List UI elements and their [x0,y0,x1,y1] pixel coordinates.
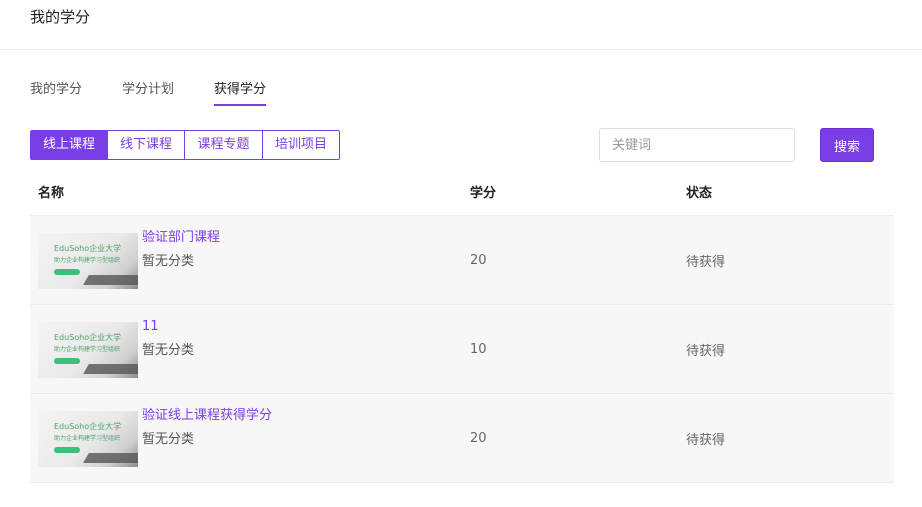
segment-offline-course[interactable]: 线下课程 [107,130,185,160]
course-info: 11 暂无分类 [142,317,194,361]
tab-credit-plan[interactable]: 学分计划 [122,80,174,106]
course-type-switch: 线上课程 线下课程 课程专题 培训项目 [30,130,340,160]
course-thumbnail[interactable]: EduSoho企业大学 助力企业构建学习型组织 [38,411,138,467]
tab-earned-credits[interactable]: 获得学分 [214,80,267,106]
course-category: 暂无分类 [142,254,195,269]
course-title-link[interactable]: 验证线上课程获得学分 [142,406,272,426]
status-cell: 待获得 [686,343,726,359]
course-thumbnail[interactable]: EduSoho企业大学 助力企业构建学习型组织 [38,322,138,378]
thumbnail-slogan-text: 助力企业构建学习型组织 [54,257,121,264]
name-cell: EduSoho企业大学 助力企业构建学习型组织 11 暂无分类 [30,305,462,393]
thumbnail-laptop-shape [83,453,138,463]
segment-training-project[interactable]: 培训项目 [262,130,340,160]
status-cell: 待获得 [686,254,726,270]
page-title: 我的学分 [30,8,91,26]
tab-bar: 我的学分 学分计划 获得学分 [30,50,894,106]
course-info: 验证线上课程获得学分 暂无分类 [142,406,272,450]
course-thumbnail[interactable]: EduSoho企业大学 助力企业构建学习型组织 [38,233,138,289]
keyword-search-input[interactable] [599,128,795,162]
thumbnail-laptop-shape [83,275,138,285]
course-title-link[interactable]: 11 [142,317,194,337]
column-header-name: 名称 [38,186,65,201]
thumbnail-brand-text: EduSoho企业大学 [54,422,122,431]
thumbnail-pill [54,269,80,275]
thumbnail-brand-text: EduSoho企业大学 [54,333,122,342]
column-header-credit: 学分 [470,186,497,201]
table-row: EduSoho企业大学 助力企业构建学习型组织 11 暂无分类 10 待获得 [30,305,894,394]
tab-my-credits[interactable]: 我的学分 [30,80,82,106]
table-header: 名称 学分 状态 [30,177,894,216]
thumbnail-pill [54,447,80,453]
thumbnail-slogan-text: 助力企业构建学习型组织 [54,346,121,353]
filter-row: 线上课程 线下课程 课程专题 培训项目 搜索 [30,128,894,177]
credit-cell: 20 [470,430,487,446]
page-header: 我的学分 [0,0,922,50]
name-cell: EduSoho企业大学 助力企业构建学习型组织 验证线上课程获得学分 暂无分类 [30,394,462,482]
main-content: 我的学分 学分计划 获得学分 线上课程 线下课程 课程专题 培训项目 搜索 名称… [0,50,922,483]
course-category: 暂无分类 [142,343,195,358]
thumbnail-slogan-text: 助力企业构建学习型组织 [54,435,121,442]
table-row: EduSoho企业大学 助力企业构建学习型组织 验证部门课程 暂无分类 20 待… [30,216,894,305]
thumbnail-brand-text: EduSoho企业大学 [54,244,122,253]
credit-cell: 10 [470,341,487,357]
segment-online-course[interactable]: 线上课程 [30,130,108,160]
table-row: EduSoho企业大学 助力企业构建学习型组织 验证线上课程获得学分 暂无分类 … [30,394,894,483]
thumbnail-laptop-shape [83,364,138,374]
credit-cell: 20 [470,252,487,268]
course-category: 暂无分类 [142,432,195,447]
column-header-status: 状态 [686,186,713,201]
search-button[interactable]: 搜索 [820,128,874,162]
status-cell: 待获得 [686,432,726,448]
credits-table: 名称 学分 状态 EduSoho企业大学 助力企业构建学习型组织 验证部门课程 … [30,177,894,483]
name-cell: EduSoho企业大学 助力企业构建学习型组织 验证部门课程 暂无分类 [30,216,462,304]
course-title-link[interactable]: 验证部门课程 [142,228,220,248]
segment-course-topic[interactable]: 课程专题 [184,130,263,160]
course-info: 验证部门课程 暂无分类 [142,228,220,272]
thumbnail-pill [54,358,80,364]
